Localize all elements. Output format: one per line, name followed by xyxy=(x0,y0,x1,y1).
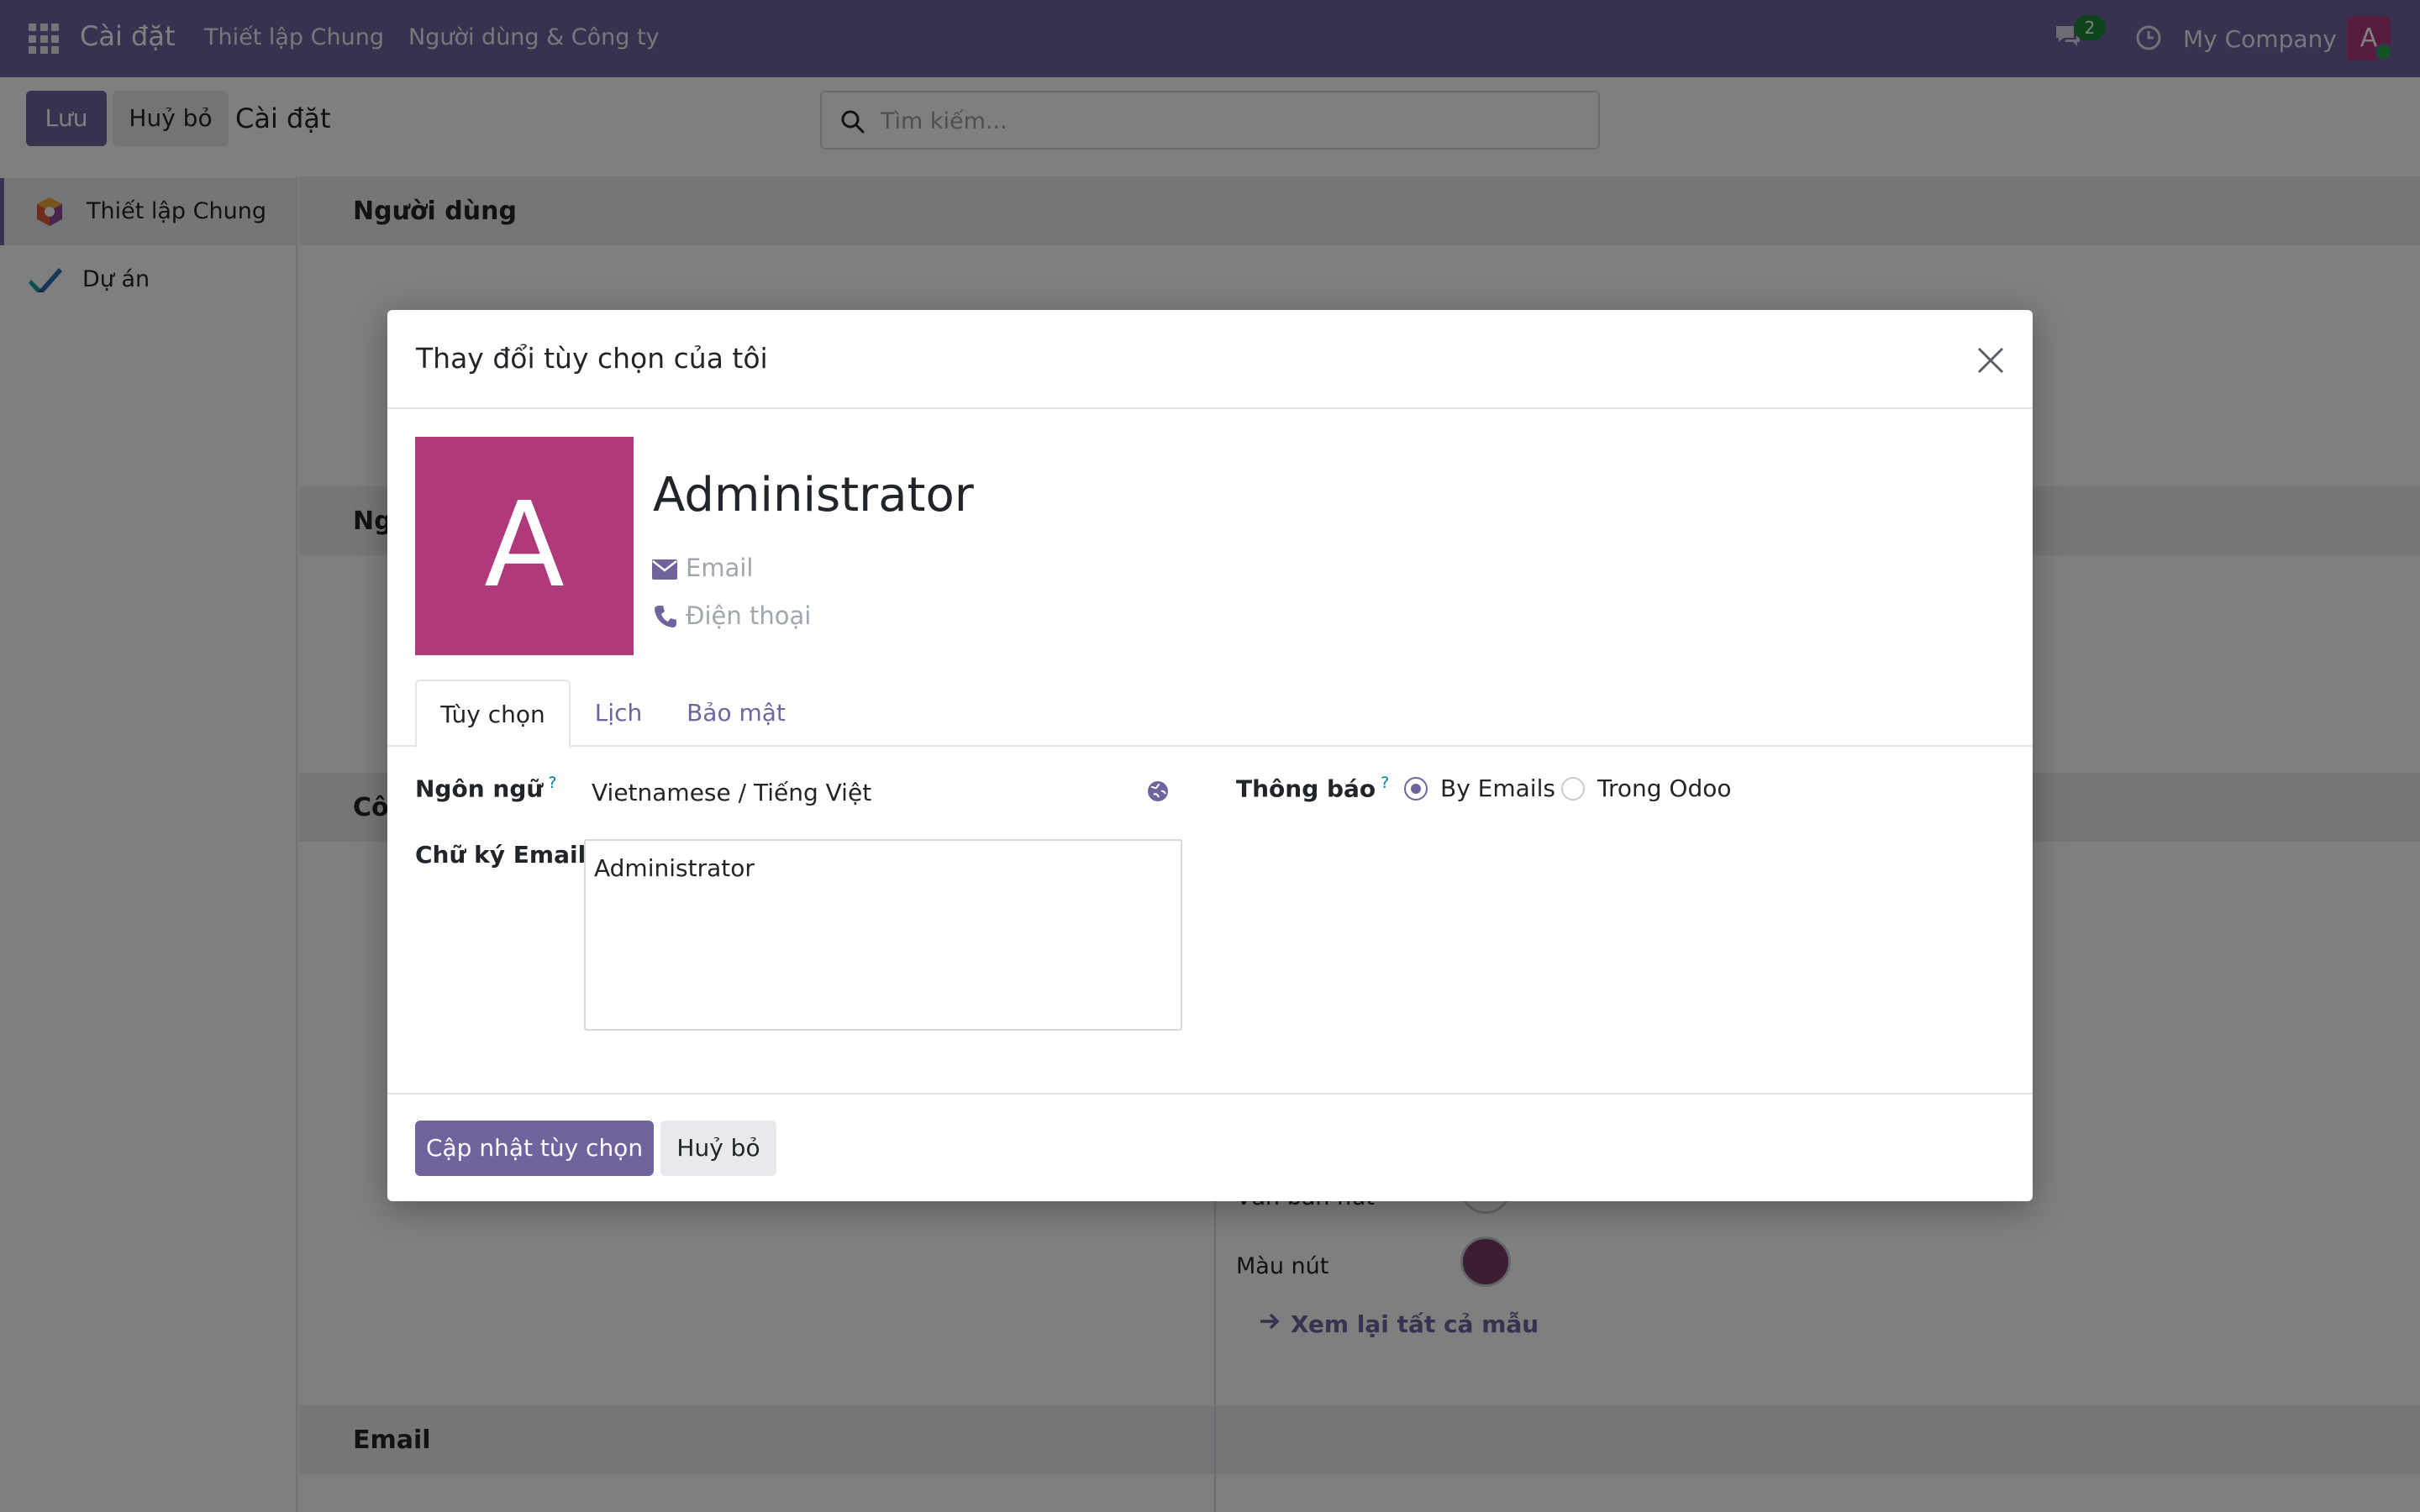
envelope-icon xyxy=(652,559,677,580)
tab-calendar[interactable]: Lịch xyxy=(571,680,666,747)
email-field[interactable]: Email xyxy=(686,554,753,582)
help-icon[interactable]: ? xyxy=(548,774,556,792)
radio-by-emails[interactable] xyxy=(1404,777,1428,801)
modal-tabs: Tùy chọn Lịch Bảo mật xyxy=(387,680,2033,748)
preferences-modal: Thay đổi tùy chọn của tôi A Administrato… xyxy=(387,310,2033,1201)
modal-footer: Cập nhật tùy chọn Huỷ bỏ xyxy=(387,1093,2033,1201)
radio-in-odoo[interactable] xyxy=(1561,777,1585,801)
phone-field[interactable]: Điện thoại xyxy=(686,601,811,630)
profile-name[interactable]: Administrator xyxy=(653,468,974,522)
language-select[interactable]: Vietnamese / Tiếng Việt xyxy=(592,779,871,806)
cancel-button[interactable]: Huỷ bỏ xyxy=(660,1121,776,1176)
notification-label: Thông báo? xyxy=(1236,774,1390,803)
email-signature-label: Chữ ký Email xyxy=(415,841,587,869)
profile-avatar[interactable]: A xyxy=(415,437,634,655)
tab-preferences[interactable]: Tùy chọn xyxy=(415,680,571,748)
update-preferences-button[interactable]: Cập nhật tùy chọn xyxy=(415,1121,654,1176)
phone-icon xyxy=(655,606,676,627)
radio-label-in-odoo[interactable]: Trong Odoo xyxy=(1597,774,1732,802)
modal-header: Thay đổi tùy chọn của tôi xyxy=(387,310,2033,409)
globe-icon[interactable] xyxy=(1146,780,1170,803)
radio-label-by-emails[interactable]: By Emails xyxy=(1440,774,1555,802)
help-icon[interactable]: ? xyxy=(1381,774,1389,792)
modal-title: Thay đổi tùy chọn của tôi xyxy=(416,342,768,375)
email-signature-editor[interactable]: Administrator xyxy=(584,839,1182,1031)
language-label: Ngôn ngữ? xyxy=(415,774,557,803)
tab-security[interactable]: Bảo mật xyxy=(673,680,799,747)
close-icon[interactable] xyxy=(1974,344,2007,377)
